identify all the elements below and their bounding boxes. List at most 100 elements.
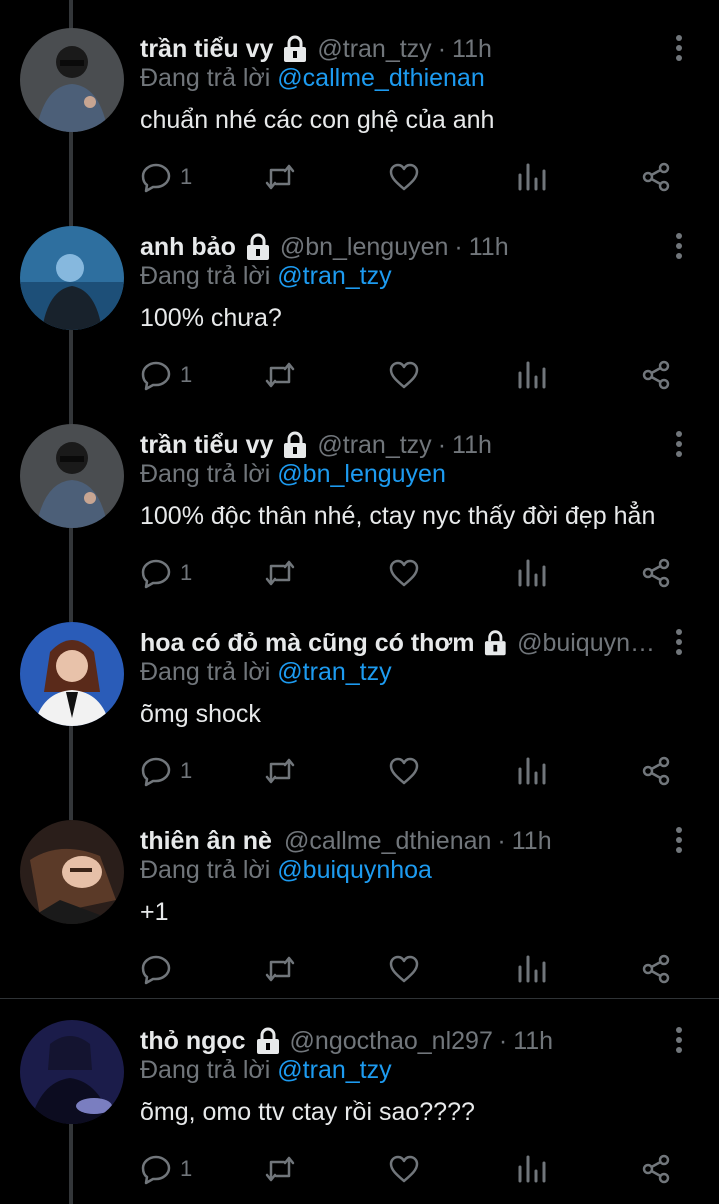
views-button[interactable] — [516, 754, 548, 788]
retweet-button[interactable] — [264, 1152, 296, 1186]
reply-button[interactable] — [140, 952, 180, 986]
retweet-button[interactable] — [264, 556, 296, 590]
avatar[interactable] — [20, 424, 124, 528]
timestamp[interactable]: 11h — [452, 431, 492, 460]
more-vertical-icon[interactable] — [673, 628, 685, 656]
like-button[interactable] — [388, 1152, 420, 1186]
reply-button[interactable]: 1 — [140, 358, 192, 392]
share-button[interactable] — [640, 754, 672, 788]
reply-button[interactable]: 1 — [140, 754, 192, 788]
retweet-button[interactable] — [264, 160, 296, 194]
handle[interactable]: @callme_dthienan — [284, 827, 491, 856]
avatar[interactable] — [20, 226, 124, 330]
more-vertical-icon[interactable] — [673, 232, 685, 260]
action-bar: 1 — [140, 556, 680, 590]
display-name[interactable]: hoa có đỏ mà cũng có thơm — [140, 629, 474, 658]
retweet-button[interactable] — [264, 754, 296, 788]
separator-dot: · — [454, 232, 463, 261]
heart-icon — [389, 559, 419, 587]
tweet-text: õmg, omo ttv ctay rồi sao???? — [140, 1098, 475, 1126]
share-button[interactable] — [640, 952, 672, 986]
timestamp[interactable]: 11h — [469, 233, 509, 262]
display-name[interactable]: thỏ ngọc — [140, 1027, 246, 1056]
tweet[interactable]: trần tiểu vy @tran_tzy · 11h Đang trả lờ… — [0, 0, 719, 198]
display-name[interactable]: trần tiểu vy — [140, 431, 273, 460]
tweet[interactable]: thỏ ngọc @ngocthao_nl297 · 11h Đang trả … — [0, 992, 719, 1190]
reply-button[interactable]: 1 — [140, 556, 192, 590]
share-icon — [642, 954, 670, 984]
reply-icon — [141, 757, 171, 787]
retweet-button[interactable] — [264, 358, 296, 392]
lock-icon — [284, 35, 307, 62]
mention-link[interactable]: @tran_tzy — [277, 262, 391, 290]
reply-button[interactable]: 1 — [140, 160, 192, 194]
analytics-icon — [518, 559, 546, 587]
handle[interactable]: @tran_tzy — [317, 431, 431, 460]
mention-link[interactable]: @callme_dthienan — [277, 64, 484, 92]
share-button[interactable] — [640, 1152, 672, 1186]
retweet-icon — [265, 164, 295, 190]
handle[interactable]: @bn_lenguyen — [280, 233, 449, 262]
handle[interactable]: @tran_tzy — [317, 35, 431, 64]
reply-icon — [141, 955, 171, 985]
tweet[interactable]: hoa có đỏ mà cũng có thơm @buiquynh… Đan… — [0, 594, 719, 792]
lock-icon — [485, 630, 507, 656]
like-button[interactable] — [388, 358, 420, 392]
timestamp[interactable]: 11h — [513, 1027, 553, 1056]
analytics-icon — [518, 163, 546, 191]
views-button[interactable] — [516, 556, 548, 590]
like-button[interactable] — [388, 754, 420, 788]
mention-link[interactable]: @bn_lenguyen — [277, 460, 446, 488]
handle[interactable]: @buiquynh… — [517, 629, 660, 658]
display-name[interactable]: thiên ân nè — [140, 827, 272, 856]
display-name[interactable]: anh bảo — [140, 233, 236, 262]
tweet-text: 100% độc thân nhé, ctay nyc thấy đời đẹp… — [140, 502, 656, 530]
avatar[interactable] — [20, 1020, 124, 1124]
handle[interactable]: @ngocthao_nl297 — [290, 1027, 493, 1056]
analytics-icon — [518, 955, 546, 983]
mention-link[interactable]: @buiquynhoa — [277, 856, 432, 884]
display-name[interactable]: trần tiểu vy — [140, 35, 273, 64]
mention-link[interactable]: @tran_tzy — [277, 658, 391, 686]
avatar[interactable] — [20, 820, 124, 924]
heart-icon — [389, 361, 419, 389]
views-button[interactable] — [516, 1152, 548, 1186]
more-vertical-icon[interactable] — [673, 34, 685, 62]
tweet[interactable]: anh bảo @bn_lenguyen · 11h Đang trả lời … — [0, 198, 719, 396]
timestamp[interactable]: 11h — [512, 827, 552, 856]
reply-button[interactable]: 1 — [140, 1152, 192, 1186]
retweet-button[interactable] — [264, 952, 296, 986]
views-button[interactable] — [516, 160, 548, 194]
replying-to: Đang trả lời @tran_tzy — [140, 658, 392, 687]
timestamp[interactable]: 11h — [452, 35, 492, 64]
like-button[interactable] — [388, 952, 420, 986]
reply-count: 1 — [180, 560, 193, 585]
replying-to: Đang trả lời @bn_lenguyen — [140, 460, 446, 489]
mention-link[interactable]: @tran_tzy — [277, 1056, 391, 1084]
action-bar: 1 — [140, 754, 680, 788]
avatar[interactable] — [20, 28, 124, 132]
views-button[interactable] — [516, 952, 548, 986]
heart-icon — [389, 955, 419, 983]
more-vertical-icon[interactable] — [673, 1026, 685, 1054]
tweet-text: 100% chưa? — [140, 304, 282, 332]
replying-to: Đang trả lời @tran_tzy — [140, 262, 392, 291]
avatar[interactable] — [20, 622, 124, 726]
more-vertical-icon[interactable] — [673, 430, 685, 458]
tweet-text: +1 — [140, 898, 169, 926]
more-vertical-icon[interactable] — [673, 826, 685, 854]
analytics-icon — [518, 361, 546, 389]
tweet[interactable]: trần tiểu vy @tran_tzy · 11h Đang trả lờ… — [0, 396, 719, 594]
replying-to: Đang trả lời @buiquynhoa — [140, 856, 432, 885]
like-button[interactable] — [388, 160, 420, 194]
analytics-icon — [518, 1155, 546, 1183]
share-button[interactable] — [640, 358, 672, 392]
separator-dot: · — [437, 34, 447, 63]
share-button[interactable] — [640, 160, 672, 194]
tweet[interactable]: thiên ân nè @callme_dthienan · 11h Đang … — [0, 792, 719, 990]
analytics-icon — [518, 757, 546, 785]
share-button[interactable] — [640, 556, 672, 590]
like-button[interactable] — [388, 556, 420, 590]
reply-count: 1 — [180, 164, 193, 189]
views-button[interactable] — [516, 358, 548, 392]
